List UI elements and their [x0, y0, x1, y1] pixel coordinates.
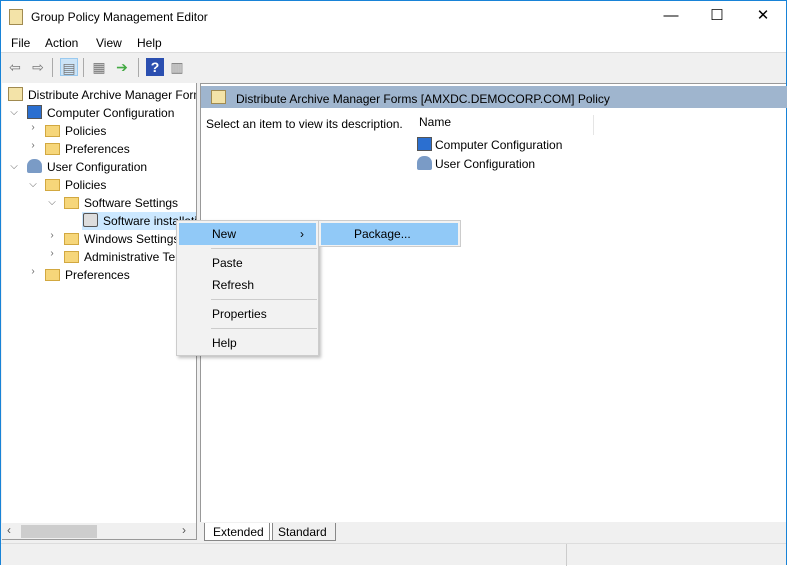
tree-label: User Configuration: [47, 160, 148, 174]
tree-label: Preferences: [65, 142, 130, 156]
description-text: Select an item to view its description.: [206, 117, 403, 131]
scrollbar-thumb[interactable]: [21, 525, 97, 538]
toolbar-separator: [52, 58, 53, 77]
tab-extended[interactable]: Extended: [204, 523, 273, 541]
chevron-right-icon: ›: [300, 227, 304, 241]
folder-icon: [64, 197, 79, 209]
menu-action[interactable]: Action: [45, 36, 78, 50]
column-header-name[interactable]: Name: [419, 115, 594, 135]
status-bar: [1, 543, 786, 566]
back-icon[interactable]: ⇦: [6, 58, 24, 76]
title-bar: Group Policy Management Editor — ☐ ✕: [1, 1, 786, 33]
tree-item-preferences[interactable]: Preferences: [45, 266, 130, 284]
folder-icon: [45, 179, 60, 191]
menu-item-label: New: [212, 227, 237, 241]
show-hide-tree-icon[interactable]: ▤: [60, 58, 78, 76]
show-action-pane-icon[interactable]: ▥: [168, 58, 186, 76]
software-install-icon: [83, 213, 98, 227]
list-item-user-configuration[interactable]: User Configuration: [417, 155, 535, 173]
menu-separator: [211, 299, 317, 300]
tree-item-user-configuration[interactable]: User Configuration: [27, 158, 147, 176]
tab-standard[interactable]: Standard: [269, 523, 336, 541]
export-list-icon[interactable]: ➔: [113, 58, 131, 76]
tree-item-preferences[interactable]: Preferences: [45, 140, 130, 158]
list-item-label: Computer Configuration: [435, 138, 563, 152]
chevron-down-icon[interactable]: ⌵: [9, 161, 19, 172]
toolbar-separator: [83, 58, 84, 77]
menu-item-refresh[interactable]: Refresh: [179, 274, 316, 296]
details-header: Distribute Archive Manager Forms [AMXDC.…: [201, 86, 787, 108]
toolbar-separator: [138, 58, 139, 77]
menu-separator: [211, 248, 317, 249]
folder-icon: [64, 251, 79, 263]
chevron-down-icon[interactable]: ⌵: [47, 197, 57, 208]
tree-item-policies[interactable]: Policies: [45, 122, 106, 140]
tree-item-software-settings[interactable]: Software Settings: [64, 194, 178, 212]
chevron-right-icon[interactable]: ›: [28, 122, 38, 133]
tree-item-policies[interactable]: Policies: [45, 176, 106, 194]
forward-icon[interactable]: ⇨: [29, 58, 47, 76]
details-header-title: Distribute Archive Manager Forms [AMXDC.…: [236, 92, 610, 106]
chevron-right-icon[interactable]: ›: [28, 140, 38, 151]
new-submenu: Package...: [318, 220, 461, 247]
tree-item-windows-settings[interactable]: Windows Settings: [64, 230, 179, 248]
tree-pane: Distribute Archive Manager Forms [AMXDC.…: [2, 83, 197, 523]
chevron-right-icon[interactable]: ›: [47, 248, 57, 259]
tree-label: Computer Configuration: [47, 106, 175, 120]
chevron-down-icon[interactable]: ⌵: [9, 107, 19, 118]
computer-icon: [27, 105, 42, 119]
tree-label: Windows Settings: [84, 232, 180, 246]
chevron-right-icon[interactable]: ›: [47, 230, 57, 241]
maximize-button[interactable]: ☐: [694, 1, 740, 33]
tree-label: Software Settings: [84, 196, 179, 210]
menu-item-package[interactable]: Package...: [321, 223, 458, 245]
menu-item-properties[interactable]: Properties: [179, 303, 316, 325]
status-divider: [566, 544, 567, 566]
tree-label: Policies: [65, 124, 107, 138]
menu-bar: File Action View Help: [1, 33, 786, 53]
chevron-right-icon[interactable]: ›: [28, 266, 38, 277]
close-button[interactable]: ✕: [740, 1, 786, 33]
folder-icon: [45, 269, 60, 281]
folder-icon: [45, 125, 60, 137]
menu-file[interactable]: File: [11, 36, 30, 50]
tree-horizontal-scrollbar[interactable]: ‹ ›: [2, 523, 197, 540]
user-icon: [27, 159, 42, 173]
menu-item-new[interactable]: New ›: [179, 223, 316, 245]
list-item-label: User Configuration: [435, 157, 536, 171]
minimize-button[interactable]: —: [648, 1, 694, 33]
window: Group Policy Management Editor — ☐ ✕ Fil…: [0, 0, 787, 566]
chevron-down-icon[interactable]: ⌵: [28, 179, 38, 190]
policy-scroll-icon: [8, 87, 23, 101]
list-item-computer-configuration[interactable]: Computer Configuration: [417, 136, 562, 154]
menu-separator: [211, 328, 317, 329]
tree-label: Preferences: [65, 268, 130, 282]
view-tabs: Extended Standard: [200, 523, 786, 543]
app-icon: [9, 9, 23, 25]
menu-help[interactable]: Help: [137, 36, 162, 50]
window-title: Group Policy Management Editor: [31, 10, 208, 24]
toolbar: ⇦ ⇨ ▤ ▦ ➔ ? ▥: [1, 54, 786, 81]
tree-item-computer-configuration[interactable]: Computer Configuration: [27, 104, 174, 122]
tree-item-policy-root[interactable]: Distribute Archive Manager Forms [AMXDC.…: [8, 86, 196, 104]
context-menu: New › Paste Refresh Properties Help: [176, 220, 319, 356]
scroll-left-icon[interactable]: ‹: [7, 523, 11, 537]
menu-item-paste[interactable]: Paste: [179, 252, 316, 274]
properties-icon[interactable]: ▦: [90, 58, 108, 76]
user-icon: [417, 156, 432, 170]
policy-scroll-icon: [211, 90, 226, 104]
folder-icon: [64, 233, 79, 245]
help-icon[interactable]: ?: [146, 58, 164, 76]
menu-view[interactable]: View: [96, 36, 122, 50]
folder-icon: [45, 143, 60, 155]
tree-label: Distribute Archive Manager Forms [AMXDC.…: [28, 88, 196, 102]
computer-icon: [417, 137, 432, 151]
tree-label: Policies: [65, 178, 107, 192]
scroll-right-icon[interactable]: ›: [182, 523, 186, 537]
menu-item-help[interactable]: Help: [179, 332, 316, 354]
